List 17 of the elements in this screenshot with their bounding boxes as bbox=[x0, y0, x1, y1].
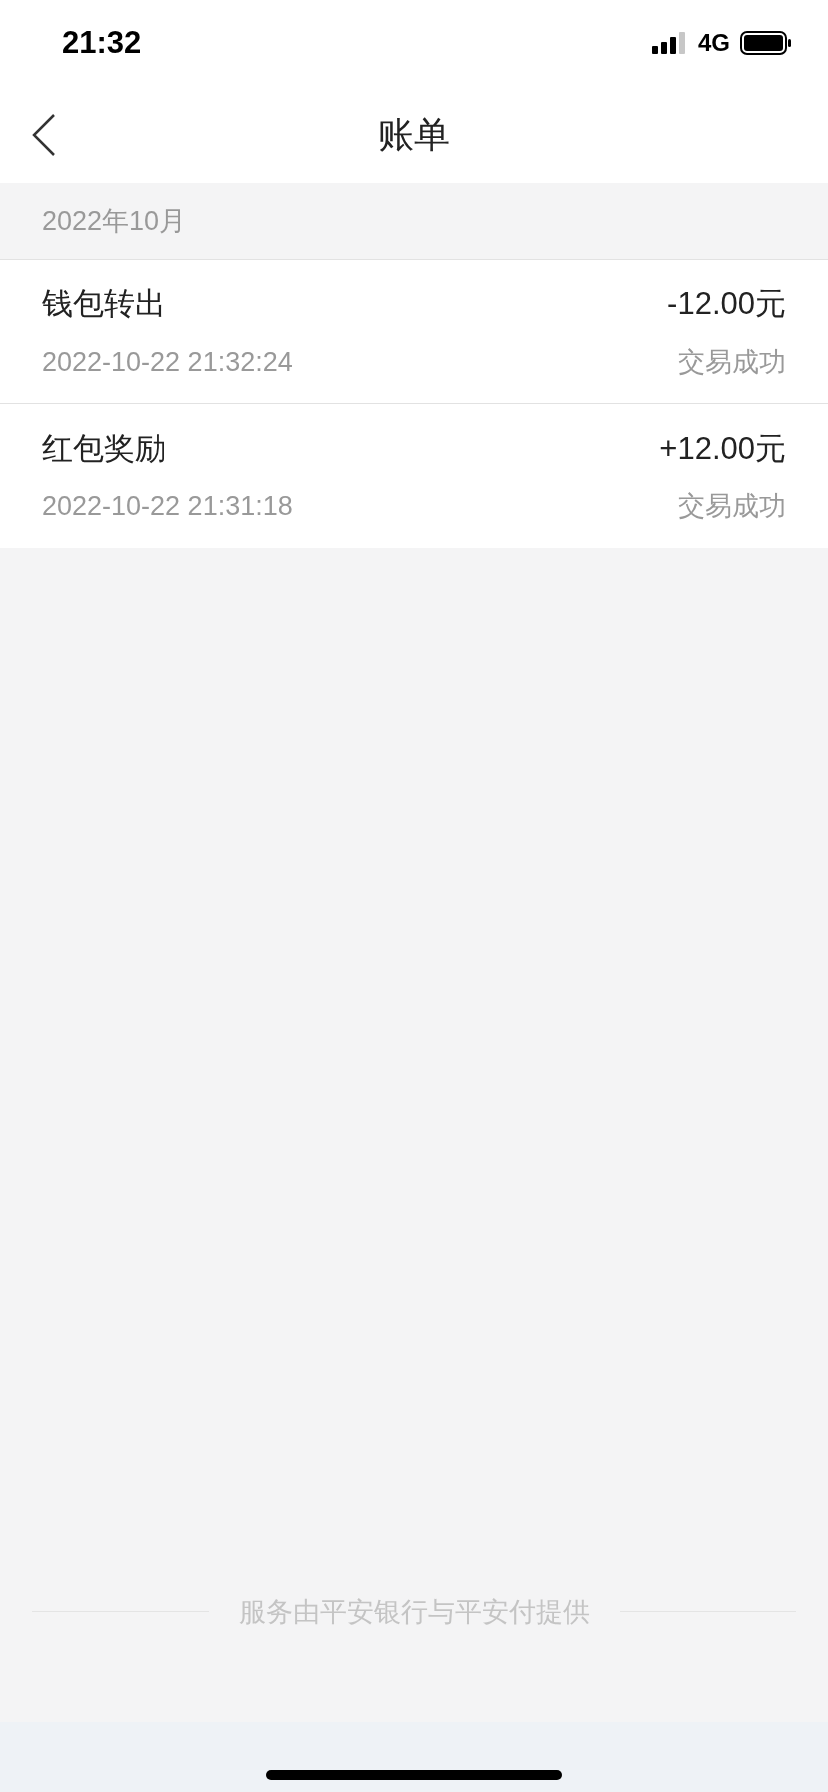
transaction-amount: -12.00元 bbox=[667, 285, 786, 323]
transaction-title: 红包奖励 bbox=[42, 429, 166, 468]
transaction-time: 2022-10-22 21:31:18 bbox=[42, 490, 293, 523]
transaction-title: 钱包转出 bbox=[42, 285, 166, 323]
transaction-row[interactable]: 红包奖励 +12.00元 2022-10-22 21:31:18 交易成功 bbox=[0, 404, 828, 548]
network-label: 4G bbox=[698, 28, 730, 58]
transaction-status: 交易成功 bbox=[678, 490, 786, 523]
signal-icon bbox=[652, 32, 688, 54]
status-time: 21:32 bbox=[62, 23, 142, 62]
transaction-time: 2022-10-22 21:32:24 bbox=[42, 345, 293, 379]
transaction-status: 交易成功 bbox=[678, 345, 786, 379]
transaction-amount: +12.00元 bbox=[659, 429, 786, 468]
page-title: 账单 bbox=[378, 112, 450, 157]
month-header: 2022年10月 bbox=[42, 204, 187, 238]
back-icon[interactable] bbox=[32, 112, 56, 157]
battery-icon bbox=[740, 31, 792, 55]
transaction-row[interactable]: 钱包转出 -12.00元 2022-10-22 21:32:24 交易成功 bbox=[0, 260, 828, 404]
